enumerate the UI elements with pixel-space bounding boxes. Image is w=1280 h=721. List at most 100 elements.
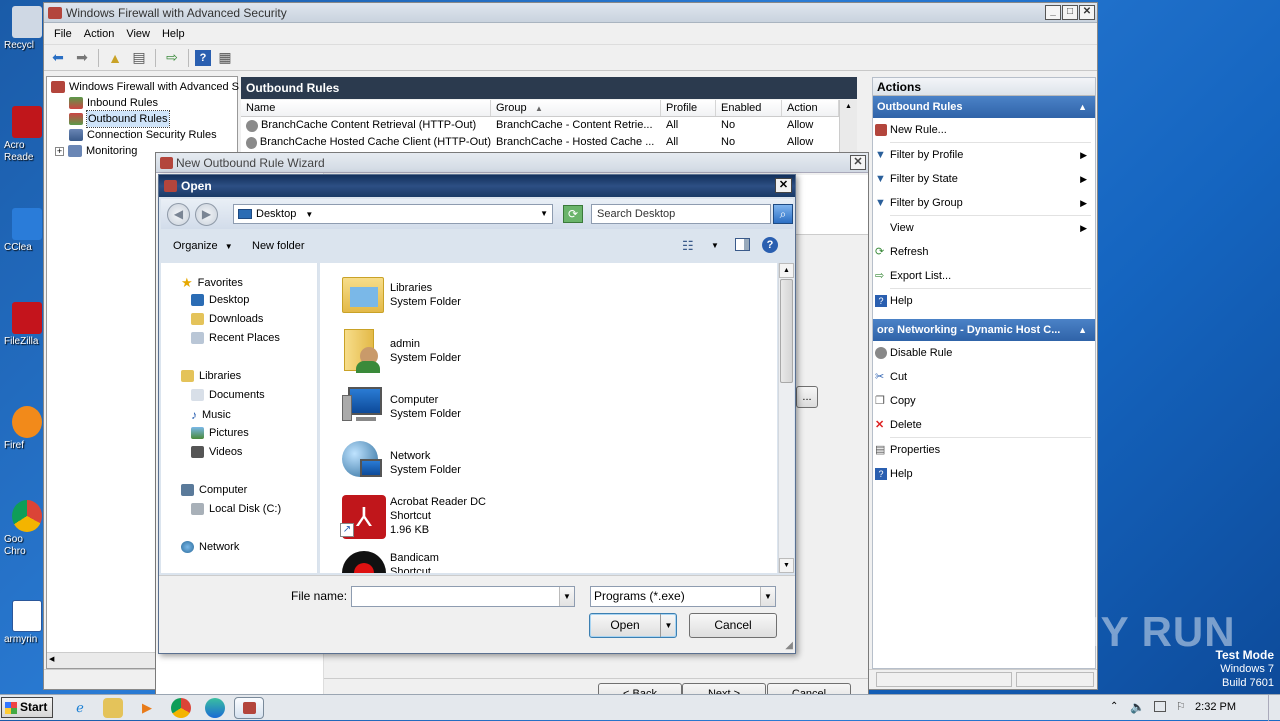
wizard-close-button[interactable]: ✕ [850, 155, 866, 170]
clock[interactable]: 2:32 PM [1195, 701, 1236, 713]
nav-computer[interactable]: Computer [181, 484, 247, 496]
nav-downloads[interactable]: Downloads [191, 313, 263, 325]
menu-file[interactable]: File [50, 28, 80, 40]
show-hide-tree-icon[interactable]: ▤ [129, 48, 149, 68]
action-help-2[interactable]: ? Help [873, 462, 1095, 486]
action-filter-by-state[interactable]: ▼ Filter by State ▶ [873, 167, 1095, 191]
browse-button[interactable]: ... [796, 386, 818, 408]
scroll-thumb[interactable] [780, 279, 793, 383]
open-dialog-titlebar[interactable]: Open ✕ [159, 175, 795, 197]
tree-item-outbound-rules[interactable]: Outbound Rules [69, 110, 170, 128]
desktop-icon-acrobat[interactable]: Acro Reade [0, 106, 44, 164]
tree-item-monitoring[interactable]: + Monitoring [55, 143, 137, 159]
firewall-taskbar-button[interactable] [234, 697, 264, 719]
list-item[interactable]: admin System Folder [340, 325, 461, 373]
address-dropdown-icon[interactable]: ▼ [540, 205, 548, 223]
help-icon[interactable]: ? [762, 237, 778, 253]
preview-pane-icon[interactable] [735, 238, 750, 251]
close-button[interactable]: ✕ [1079, 5, 1095, 20]
file-name-input[interactable]: ▼ [351, 586, 575, 607]
forward-arrow-icon[interactable]: ➡ [72, 48, 92, 68]
list-item[interactable]: Computer System Folder [340, 381, 461, 429]
column-action[interactable]: Action [782, 100, 839, 116]
expand-icon[interactable]: + [55, 146, 64, 156]
collapse-icon[interactable]: ▲ [1078, 319, 1087, 341]
nav-libraries[interactable]: Libraries [181, 370, 241, 382]
action-copy[interactable]: ❐ Copy [873, 389, 1095, 413]
action-cut[interactable]: ✂ Cut [873, 365, 1095, 389]
open-dialog-close-button[interactable]: ✕ [775, 178, 792, 193]
maximize-button[interactable]: □ [1062, 5, 1078, 20]
nav-desktop[interactable]: Desktop [191, 294, 249, 306]
desktop-icon-chrome[interactable]: Goo Chro [0, 500, 44, 558]
back-arrow-icon[interactable]: ⬅ [48, 48, 68, 68]
desktop-icon-firefox[interactable]: Firef [0, 406, 44, 452]
nav-videos[interactable]: Videos [191, 446, 242, 458]
action-help[interactable]: ? Help [873, 289, 1095, 313]
address-bar[interactable]: Desktop ▼ ▼ [233, 204, 553, 224]
refresh-button[interactable]: ⟳ [563, 205, 583, 223]
desktop-icon-ccleaner[interactable]: CClea [0, 208, 44, 254]
open-button[interactable]: Open ▼ [589, 613, 677, 638]
action-export-list[interactable]: ⇨ Export List... [873, 264, 1095, 288]
view-dropdown-icon[interactable]: ▼ [711, 241, 719, 250]
action-view[interactable]: View ▶ [873, 216, 1095, 240]
desktop-icon-word-doc[interactable]: armyrin [0, 600, 44, 646]
minimize-button[interactable]: _ [1045, 5, 1061, 20]
wizard-titlebar[interactable]: New Outbound Rule Wizard ✕ [156, 153, 868, 173]
export-icon[interactable]: ⇨ [162, 48, 182, 68]
list-item[interactable]: Libraries System Folder [340, 269, 461, 317]
resize-grip-icon[interactable]: ◢ [785, 640, 793, 651]
list-item[interactable]: Network System Folder [340, 437, 461, 485]
desktop-icon-filezilla[interactable]: FileZilla [0, 302, 44, 348]
show-hidden-icons[interactable]: ⌃ [1110, 701, 1118, 712]
table-row[interactable]: BranchCache Hosted Cache Client (HTTP-Ou… [241, 134, 857, 151]
action-filter-by-profile[interactable]: ▼ Filter by Profile ▶ [873, 143, 1095, 167]
menu-help[interactable]: Help [158, 28, 193, 40]
column-profile[interactable]: Profile [661, 100, 716, 116]
action-properties[interactable]: ▤ Properties [873, 438, 1095, 462]
nav-documents[interactable]: Documents [191, 389, 265, 401]
file-type-select[interactable]: Programs (*.exe) ▼ [590, 586, 776, 607]
search-input[interactable]: Search Desktop [591, 204, 771, 224]
menu-action[interactable]: Action [80, 28, 123, 40]
file-explorer-icon[interactable] [103, 698, 123, 718]
open-dropdown-icon[interactable]: ▼ [660, 614, 676, 637]
column-enabled[interactable]: Enabled [716, 100, 782, 116]
nav-recent-places[interactable]: Recent Places [191, 332, 280, 344]
column-group[interactable]: Group ▲ [491, 100, 661, 116]
actions-section-rule[interactable]: ore Networking - Dynamic Host C... ▲ [873, 319, 1095, 341]
back-nav-button[interactable]: ◀ [167, 203, 190, 226]
desktop-icon-recycle-bin[interactable]: Recycl [0, 6, 44, 52]
list-item[interactable]: Bandicam Shortcut [340, 549, 439, 573]
search-icon[interactable]: ⌕ [773, 204, 793, 224]
column-name[interactable]: Name [241, 100, 491, 116]
forward-nav-button[interactable]: ▶ [195, 203, 218, 226]
edge-icon[interactable] [205, 698, 225, 718]
nav-pictures[interactable]: Pictures [191, 427, 249, 439]
chevron-down-icon[interactable]: ▼ [760, 587, 775, 606]
window-titlebar[interactable]: Windows Firewall with Advanced Security … [44, 3, 1097, 23]
nav-local-disk[interactable]: Local Disk (C:) [191, 503, 281, 515]
nav-favorites[interactable]: ★ Favorites [181, 275, 243, 291]
chevron-down-icon[interactable]: ▼ [559, 587, 574, 606]
chrome-icon[interactable] [171, 698, 191, 718]
help-icon[interactable]: ? [195, 49, 211, 66]
action-disable-rule[interactable]: Disable Rule [873, 341, 1095, 365]
tree-item-inbound-rules[interactable]: Inbound Rules [69, 95, 158, 111]
change-view-icon[interactable]: ☷ [682, 238, 694, 254]
scroll-down-icon[interactable]: ▼ [779, 558, 794, 573]
table-row[interactable]: BranchCache Content Retrieval (HTTP-Out)… [241, 117, 857, 134]
nav-music[interactable]: ♪ Music [191, 408, 231, 422]
collapse-icon[interactable]: ▲ [1078, 96, 1087, 118]
action-center-flag-icon[interactable]: ⚐ [1176, 700, 1186, 713]
up-folder-icon[interactable]: ▲ [105, 48, 125, 68]
menu-view[interactable]: View [122, 28, 158, 40]
scroll-up-icon[interactable]: ▲ [779, 263, 794, 278]
tree-item-connection-security-rules[interactable]: Connection Security Rules [69, 127, 217, 143]
action-refresh[interactable]: ⟳ Refresh [873, 240, 1095, 264]
cancel-button[interactable]: Cancel [689, 613, 777, 638]
nav-network[interactable]: Network [181, 541, 239, 553]
list-item[interactable]: ⅄ ↗ Acrobat Reader DC Shortcut 1.96 KB [340, 493, 486, 541]
network-tray-icon[interactable] [1154, 701, 1166, 712]
